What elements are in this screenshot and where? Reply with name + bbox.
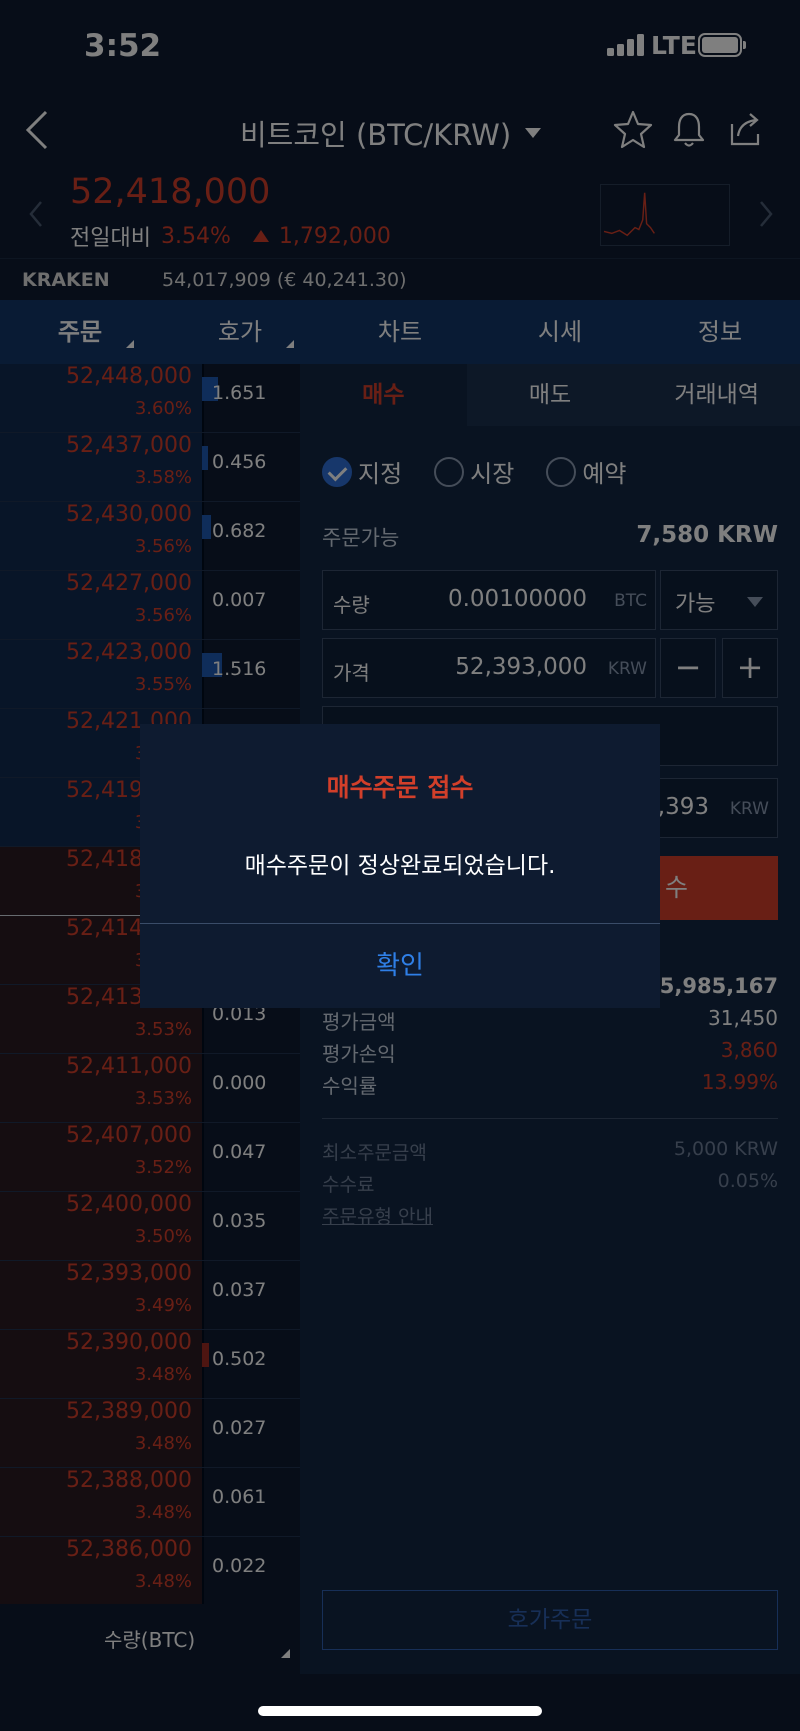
app: 3:52 LTE 비트코인 (BTC/KRW) 52,418,000 전일대비 … xyxy=(0,0,800,1731)
home-indicator[interactable] xyxy=(258,1706,542,1716)
dialog-message: 매수주문이 정상완료되었습니다. xyxy=(244,853,556,879)
confirm-button[interactable]: 확인 xyxy=(140,924,660,1008)
dialog-title: 매수주문 접수 xyxy=(326,773,474,802)
order-confirm-dialog: 매수주문 접수 매수주문이 정상완료되었습니다. 확인 xyxy=(140,724,660,1008)
